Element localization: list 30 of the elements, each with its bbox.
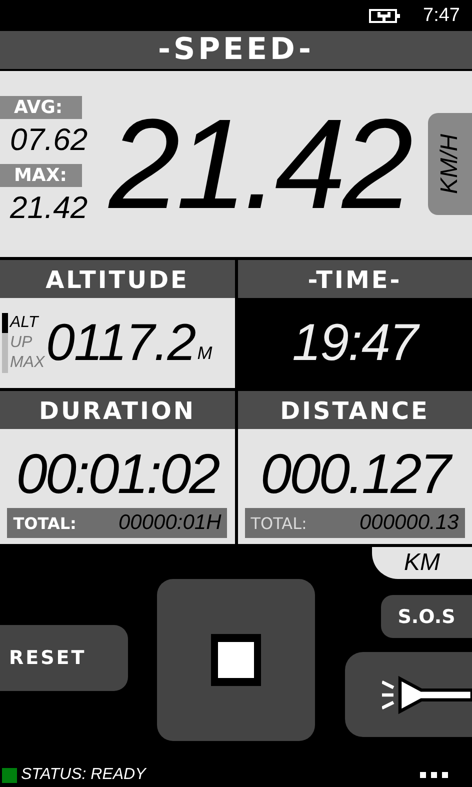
total-label: TOTAL: (250, 514, 307, 532)
max-speed: 21.42 (10, 190, 88, 226)
sos-button[interactable]: S.O.S (381, 595, 472, 638)
max-label: MAX: (0, 164, 82, 187)
more-icon[interactable] (420, 772, 448, 778)
distance-title: DISTANCE (238, 391, 472, 429)
stop-icon (211, 634, 261, 686)
stop-button[interactable] (157, 579, 315, 741)
reset-button[interactable]: RESET (0, 625, 128, 691)
battery-charging-icon (369, 8, 402, 24)
altitude-mode[interactable]: ALT (2, 313, 42, 333)
total-value: 00000:01H (118, 511, 222, 535)
time-title: -TIME- (238, 260, 472, 298)
avg-label: AVG: (0, 96, 82, 119)
avg-speed: 07.62 (10, 122, 88, 158)
time-value: 19:47 (292, 313, 418, 373)
duration-title: DURATION (0, 391, 234, 429)
duration-value: 00:01:02 (16, 442, 218, 506)
altitude-unit: M (197, 343, 212, 364)
total-label: TOTAL: (13, 514, 76, 532)
clock: 7:47 (423, 4, 460, 26)
flashlight-button[interactable] (345, 652, 472, 737)
altitude-title: ALTITUDE (0, 260, 234, 298)
status-text: STATUS: READY (21, 766, 146, 784)
speed-value: 21.42 (107, 92, 411, 238)
total-value: 000000.13 (359, 511, 459, 535)
distance-unit: KM (372, 547, 472, 579)
speed-unit: KM/H (428, 113, 472, 215)
altitude-value: 0117.2 (46, 313, 196, 373)
speed-title: -SPEED- (0, 31, 472, 69)
